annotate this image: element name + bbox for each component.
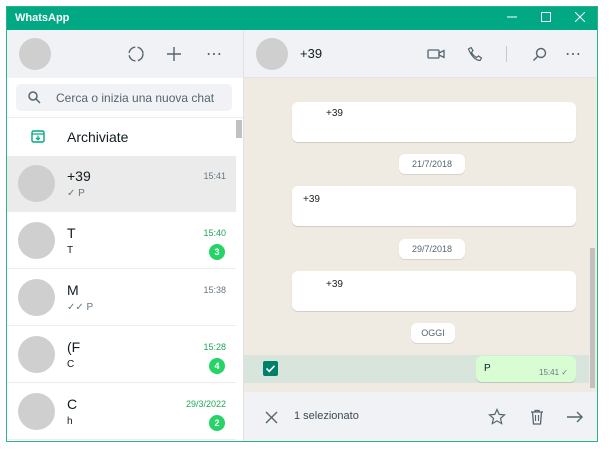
star-icon[interactable] xyxy=(486,406,508,428)
date-divider: OGGI xyxy=(411,323,455,343)
checkmark-icon xyxy=(265,365,276,373)
chat-preview: ✓✓ P xyxy=(67,302,94,313)
whatsapp-window: WhatsApp ⋯ Cerca o inizia una nuova chat… xyxy=(6,6,598,442)
message-bubble[interactable]: +39 xyxy=(292,186,576,226)
message-text: +39 xyxy=(326,279,343,290)
message-area: +39 21/7/2018 +39 29/7/2018 +39 OGGI P 1… xyxy=(244,78,597,392)
message-text: P xyxy=(484,363,491,374)
message-scrollbar[interactable] xyxy=(590,248,595,388)
status-icon[interactable] xyxy=(125,43,147,65)
unread-badge: 4 xyxy=(209,358,225,374)
search-icon[interactable] xyxy=(28,91,41,109)
chat-time: 15:40 xyxy=(203,228,226,238)
chat-row[interactable]: C 29/3/2022 h 2 xyxy=(7,384,236,440)
chat-row[interactable]: T 15:40 T 3 xyxy=(7,213,236,269)
voice-call-icon[interactable] xyxy=(464,43,486,65)
menu-icon[interactable]: ⋯ xyxy=(562,43,584,65)
close-window-button[interactable] xyxy=(563,7,597,30)
video-call-icon[interactable] xyxy=(425,43,447,65)
chat-name: M xyxy=(67,282,79,298)
selection-toolbar: 1 selezionato xyxy=(244,392,597,441)
chat-time: 15:38 xyxy=(203,285,226,295)
chat-time: 29/3/2022 xyxy=(185,399,226,409)
message-checkbox[interactable] xyxy=(263,361,278,376)
date-divider: 21/7/2018 xyxy=(399,154,465,174)
forward-icon[interactable] xyxy=(564,406,586,428)
close-window-icon xyxy=(574,11,586,23)
chat-list-scrollbar[interactable] xyxy=(236,120,242,138)
title-bar: WhatsApp xyxy=(7,7,597,30)
new-chat-icon[interactable] xyxy=(163,43,185,65)
search-input[interactable] xyxy=(56,84,226,111)
avatar xyxy=(18,393,55,430)
avatar xyxy=(18,165,55,202)
contact-avatar[interactable] xyxy=(256,38,288,70)
conversation-header: +39 ⋯ xyxy=(244,30,597,78)
avatar xyxy=(18,279,55,316)
chat-name: C xyxy=(67,396,78,412)
search-bar xyxy=(7,78,243,118)
conversation-panel: +39 ⋯ +39 21/7/2018 +39 29/7/2018 +39 OG… xyxy=(244,30,597,441)
chat-preview: T xyxy=(67,245,74,256)
archived-label: Archiviate xyxy=(67,129,129,145)
chat-preview: C xyxy=(67,359,75,370)
unread-badge: 2 xyxy=(209,415,225,431)
contact-name[interactable]: +39 xyxy=(300,46,322,61)
maximize-icon xyxy=(541,12,551,22)
my-avatar[interactable] xyxy=(19,38,51,70)
minimize-button[interactable] xyxy=(495,7,529,30)
chat-row[interactable]: (F 15:28 C 4 xyxy=(7,327,236,383)
chat-name: +39 xyxy=(67,168,91,184)
read-status-icon: ✓ xyxy=(561,368,568,377)
message-text: +39 xyxy=(303,194,320,205)
selected-message-row[interactable]: P 15:41 ✓ xyxy=(244,355,589,383)
message-meta: 15:41 ✓ xyxy=(539,368,568,377)
avatar xyxy=(18,336,55,373)
archived-item[interactable]: Archiviate xyxy=(7,118,243,156)
close-icon[interactable] xyxy=(260,406,282,428)
menu-icon[interactable]: ⋯ xyxy=(203,43,225,65)
avatar xyxy=(18,222,55,259)
maximize-button[interactable] xyxy=(529,7,563,30)
search-box xyxy=(16,84,232,111)
unread-badge: 3 xyxy=(209,244,225,260)
minimize-icon xyxy=(507,16,517,18)
chat-time: 15:41 xyxy=(203,171,226,181)
selection-count: 1 selezionato xyxy=(294,410,359,422)
chat-name: T xyxy=(67,225,76,241)
header-divider xyxy=(506,46,507,62)
chat-list-panel: ⋯ Archiviate +39 15:41 ✓ P T xyxy=(7,30,244,441)
chat-preview: ✓ P xyxy=(67,188,85,199)
message-bubble[interactable]: +39 xyxy=(292,102,576,142)
chat-preview: h xyxy=(67,416,73,427)
date-divider: 29/7/2018 xyxy=(399,239,465,259)
message-time: 15:41 xyxy=(539,368,560,377)
left-header: ⋯ xyxy=(7,30,243,78)
chat-row[interactable]: +39 15:41 ✓ P xyxy=(7,156,236,212)
message-text: +39 xyxy=(326,108,343,119)
delete-icon[interactable] xyxy=(526,406,548,428)
chat-row[interactable]: M 15:38 ✓✓ P xyxy=(7,270,236,326)
message-bubble[interactable]: +39 xyxy=(292,271,576,311)
search-icon[interactable] xyxy=(528,43,550,65)
outgoing-message-bubble[interactable]: P 15:41 ✓ xyxy=(476,356,576,382)
chat-name: (F xyxy=(67,339,81,355)
chat-time: 15:28 xyxy=(203,342,226,352)
app-title: WhatsApp xyxy=(15,12,70,24)
archive-icon xyxy=(31,129,45,148)
